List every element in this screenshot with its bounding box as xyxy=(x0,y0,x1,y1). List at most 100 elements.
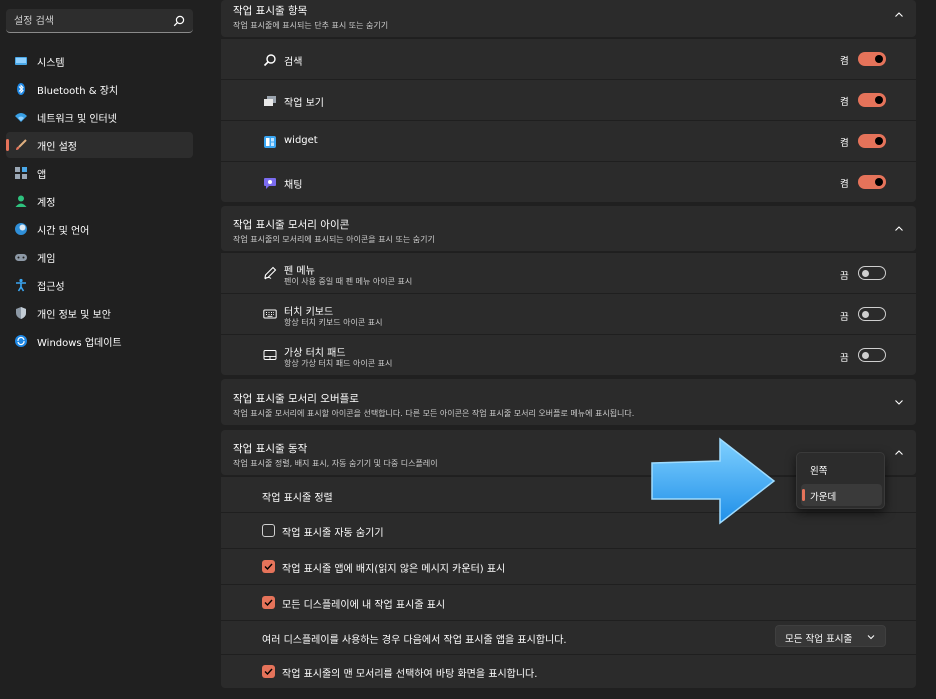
main-content: 작업 표시줄 항목 작업 표시줄에 표시되는 단추 표시 또는 숨기기 검색 켬… xyxy=(221,0,916,699)
task-view-icon xyxy=(264,96,276,106)
sidebar-item-accounts[interactable]: 계정 xyxy=(6,188,193,214)
taskbar-item-row-chat: 채팅 켬 xyxy=(221,161,916,202)
option-label: 왼쪽 xyxy=(810,466,828,477)
taskbar-item-row-task-view: 작업 보기 켬 xyxy=(221,79,916,120)
sidebar-item-accessibility[interactable]: 접근성 xyxy=(6,272,193,298)
sidebar-item-label: 계정 xyxy=(37,197,56,209)
sidebar-item-windows-update[interactable]: Windows 업데이트 xyxy=(6,328,193,354)
toggle-state-text: 끔 xyxy=(840,312,849,323)
touch-keyboard-toggle[interactable] xyxy=(858,307,886,321)
row-sublabel: 항상 터치 키보드 아이콘 표시 xyxy=(284,318,383,327)
apps-icon xyxy=(15,167,27,179)
section-title: 작업 표시줄 모서리 오버플로 xyxy=(233,393,359,405)
pen-icon xyxy=(264,266,277,280)
corner-icon-row-virtual-touchpad: 가상 터치 패드 항상 가상 터치 패드 아이콘 표시 끔 xyxy=(221,334,916,375)
alignment-popup: 왼쪽 가운데 xyxy=(796,452,885,509)
chevron-up-icon[interactable] xyxy=(894,10,904,20)
corner-overflow-header[interactable]: 작업 표시줄 모서리 오버플로 작업 표시줄 모서리에 표시할 아이콘을 선택합… xyxy=(221,379,916,425)
settings-search-box[interactable] xyxy=(6,9,193,33)
far-corner-row: 작업 표시줄의 맨 모서리를 선택하여 바탕 화면을 표시합니다. xyxy=(221,654,916,688)
sidebar-nav: 시스템 Bluetooth & 장치 네트워크 및 인터넷 개인 설정 앱 계정… xyxy=(6,48,193,356)
section-subtitle: 작업 표시줄 모서리에 표시할 아이콘을 선택합니다. 다른 모든 아이콘은 작… xyxy=(233,409,635,418)
search-icon xyxy=(263,54,276,67)
taskbar-items-header[interactable]: 작업 표시줄 항목 작업 표시줄에 표시되는 단추 표시 또는 숨기기 xyxy=(221,0,916,37)
checkmark-icon xyxy=(264,668,273,676)
auto-hide-checkbox[interactable] xyxy=(262,524,275,537)
touchpad-icon xyxy=(263,350,277,360)
corner-icons-header[interactable]: 작업 표시줄 모서리 아이콘 작업 표시줄의 모서리에 표시되는 아이콘을 표시… xyxy=(221,206,916,251)
toggle-state-text: 켬 xyxy=(840,56,849,67)
row-sublabel: 펜이 사용 중일 때 펜 메뉴 아이콘 표시 xyxy=(284,277,413,286)
section-title: 작업 표시줄 모서리 아이콘 xyxy=(233,219,350,231)
dropdown-value: 모든 작업 표시줄 xyxy=(785,634,853,645)
sidebar-item-label: 앱 xyxy=(37,169,47,181)
gamepad-icon xyxy=(15,254,27,261)
sidebar-item-label: Bluetooth & 장치 xyxy=(37,85,119,97)
chevron-up-icon[interactable] xyxy=(894,448,904,458)
widgets-toggle[interactable] xyxy=(858,134,886,148)
globe-clock-icon xyxy=(15,223,27,235)
monitor-icon xyxy=(15,57,27,65)
chat-toggle[interactable] xyxy=(858,175,886,189)
far-corner-checkbox[interactable] xyxy=(262,665,275,678)
sidebar-item-label: 개인 정보 및 보안 xyxy=(37,309,111,321)
sidebar-item-time-language[interactable]: 시간 및 언어 xyxy=(6,216,193,242)
row-label: widget xyxy=(284,135,318,146)
sidebar-item-label: 게임 xyxy=(37,253,56,265)
row-label: 작업 보기 xyxy=(284,98,324,109)
toggle-state-text: 켬 xyxy=(840,138,849,149)
toggle-state-text: 끔 xyxy=(840,353,849,364)
bluetooth-icon xyxy=(17,83,25,95)
row-label: 펜 메뉴 xyxy=(284,266,315,277)
auto-hide-row: 작업 표시줄 자동 숨기기 xyxy=(221,512,916,548)
sidebar-item-label: Windows 업데이트 xyxy=(37,337,122,349)
sidebar-item-gaming[interactable]: 게임 xyxy=(6,244,193,270)
all-displays-checkbox[interactable] xyxy=(262,596,275,609)
alignment-option-center[interactable]: 가운데 xyxy=(801,484,882,506)
search-toggle[interactable] xyxy=(858,52,886,66)
chevron-down-icon[interactable] xyxy=(894,397,904,407)
multi-display-dropdown[interactable]: 모든 작업 표시줄 xyxy=(775,625,886,647)
toggle-state-text: 켬 xyxy=(840,97,849,108)
corner-icon-row-pen-menu: 펜 메뉴 펜이 사용 중일 때 펜 메뉴 아이콘 표시 끔 xyxy=(221,252,916,293)
checkmark-icon xyxy=(264,563,273,571)
sidebar-item-label: 네트워크 및 인터넷 xyxy=(37,113,117,125)
corner-icon-row-touch-keyboard: 터치 키보드 항상 터치 키보드 아이콘 표시 끔 xyxy=(221,293,916,334)
chevron-up-icon[interactable] xyxy=(894,224,904,234)
row-label: 여러 디스플레이를 사용하는 경우 다음에서 작업 표시줄 앱을 표시합니다. xyxy=(262,635,567,646)
all-displays-row: 모든 디스플레이에 내 작업 표시줄 표시 xyxy=(221,584,916,620)
multi-display-row: 여러 디스플레이를 사용하는 경우 다음에서 작업 표시줄 앱을 표시합니다. … xyxy=(221,620,916,654)
row-label: 채팅 xyxy=(284,180,303,191)
brush-icon xyxy=(16,139,27,150)
row-label: 작업 표시줄 자동 숨기기 xyxy=(282,528,384,539)
pointer-arrow-annotation xyxy=(651,437,776,525)
person-icon xyxy=(15,195,27,207)
alignment-option-left[interactable]: 왼쪽 xyxy=(801,458,882,480)
pen-menu-toggle[interactable] xyxy=(858,266,886,280)
keyboard-icon xyxy=(263,309,277,319)
row-label: 작업 표시줄 앱에 배지(읽지 않은 메시지 카운터) 표시 xyxy=(282,564,506,575)
row-label: 검색 xyxy=(284,57,303,68)
row-label: 작업 표시줄 정렬 xyxy=(262,493,333,504)
badges-checkbox[interactable] xyxy=(262,560,275,573)
sidebar-item-privacy[interactable]: 개인 정보 및 보안 xyxy=(6,300,193,326)
sidebar-item-personalization[interactable]: 개인 설정 xyxy=(6,132,193,158)
accessibility-icon xyxy=(16,278,26,292)
row-sublabel: 항상 가상 터치 패드 아이콘 표시 xyxy=(284,359,393,368)
row-label: 작업 표시줄의 맨 모서리를 선택하여 바탕 화면을 표시합니다. xyxy=(282,669,538,680)
option-label: 가운데 xyxy=(810,492,837,503)
virtual-touchpad-toggle[interactable] xyxy=(858,348,886,362)
sidebar-item-system[interactable]: 시스템 xyxy=(6,48,193,74)
sidebar-item-bluetooth[interactable]: Bluetooth & 장치 xyxy=(6,76,193,102)
row-label: 터치 키보드 xyxy=(284,307,334,318)
task-view-toggle[interactable] xyxy=(858,93,886,107)
sidebar: 시스템 Bluetooth & 장치 네트워크 및 인터넷 개인 설정 xyxy=(0,0,200,699)
search-icon[interactable] xyxy=(173,15,185,27)
sidebar-item-apps[interactable]: 앱 xyxy=(6,160,193,186)
toggle-state-text: 끔 xyxy=(840,271,849,282)
wifi-icon xyxy=(15,113,27,122)
settings-search-input[interactable] xyxy=(14,13,164,29)
taskbar-item-row-search: 검색 켬 xyxy=(221,38,916,79)
sidebar-item-label: 개인 설정 xyxy=(37,141,77,153)
sidebar-item-network[interactable]: 네트워크 및 인터넷 xyxy=(6,104,193,130)
